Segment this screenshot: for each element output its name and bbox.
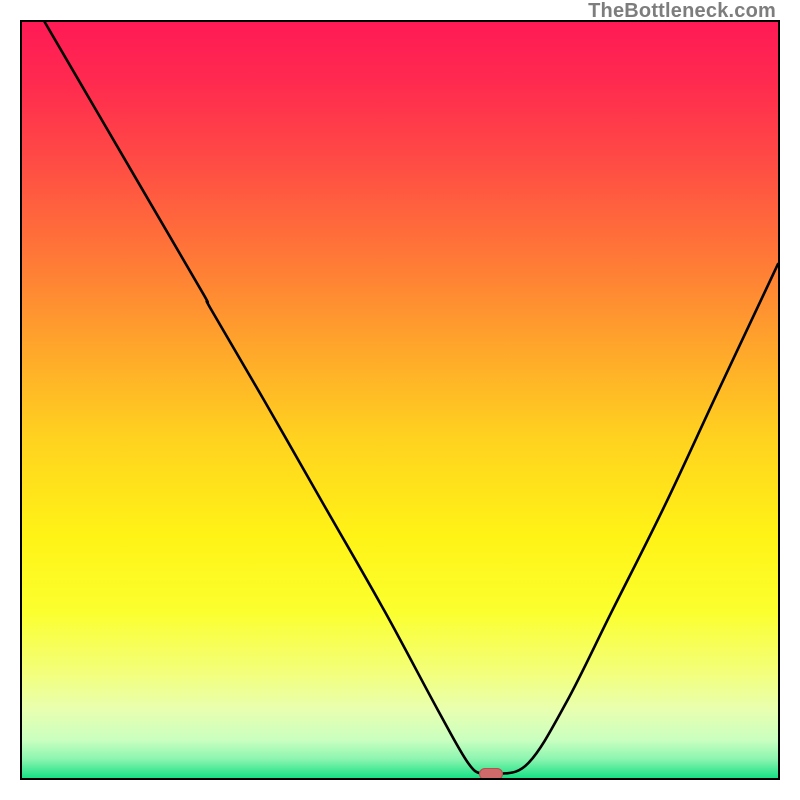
optimal-marker xyxy=(479,768,503,780)
plot-area xyxy=(20,20,780,780)
bottleneck-curve xyxy=(22,22,778,778)
chart-frame: TheBottleneck.com xyxy=(0,0,800,800)
